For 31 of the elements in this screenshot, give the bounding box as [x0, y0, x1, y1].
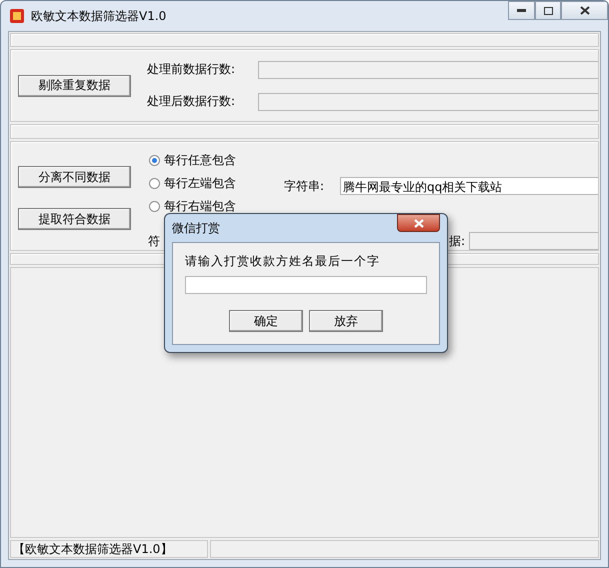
- app-icon: [9, 8, 25, 24]
- close-icon: [414, 218, 424, 228]
- radio-option[interactable]: 每行左端包含: [149, 172, 236, 195]
- radio-button[interactable]: [149, 155, 160, 166]
- dialog-button[interactable]: 放弃: [309, 310, 383, 332]
- string-field[interactable]: 腾牛网最专业的qq相关下载站: [340, 177, 598, 195]
- radio-button[interactable]: [149, 178, 160, 189]
- minimize-button[interactable]: [508, 1, 535, 20]
- field-label: 处理后数据行数:: [147, 93, 236, 110]
- radio-button[interactable]: [149, 201, 160, 212]
- close-button[interactable]: [561, 1, 608, 20]
- radio-option[interactable]: 每行右端包含: [149, 195, 236, 218]
- maximize-icon: [544, 6, 552, 14]
- action-button[interactable]: 提取符合数据: [18, 208, 131, 230]
- maximize-button[interactable]: [535, 1, 561, 20]
- field-label: 处理前数据行数:: [147, 61, 236, 78]
- name-input[interactable]: [185, 276, 427, 294]
- close-button[interactable]: [397, 214, 440, 232]
- status-text: 【欧敏文本数据筛选器V1.0】: [10, 540, 208, 558]
- field-label: 字符串:: [284, 178, 326, 194]
- minimize-icon: [517, 9, 526, 12]
- field-label: 符: [148, 232, 160, 250]
- remove-duplicates-button[interactable]: 剔除重复数据: [18, 74, 131, 96]
- radio-option[interactable]: 每行任意包含: [149, 149, 236, 172]
- action-button[interactable]: 分离不同数据: [18, 166, 131, 188]
- dialog-prompt: 请输入打赏收款方姓名最后一个字: [185, 253, 381, 270]
- close-icon: [580, 6, 590, 15]
- field-label: 据:: [448, 232, 465, 250]
- dialog-button[interactable]: 确定: [229, 310, 303, 332]
- dialog-title: 微信打赏: [172, 220, 220, 236]
- window-title: 欧敏文本数据筛选器V1.0: [31, 8, 166, 24]
